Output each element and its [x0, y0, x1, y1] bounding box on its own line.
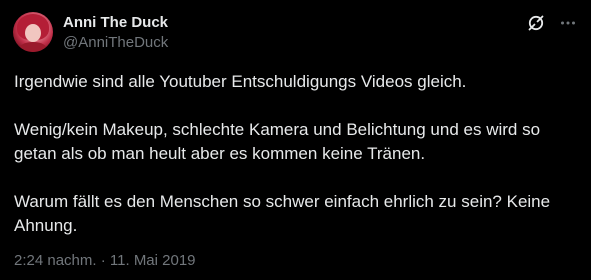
meta-separator: · — [100, 252, 106, 269]
tweet-date[interactable]: 11. Mai 2019 — [110, 252, 196, 269]
author-handle[interactable]: @AnniTheDuck — [63, 33, 168, 52]
tweet-meta: 2:24 nachm. · 11. Mai 2019 — [14, 251, 196, 270]
author-display-name[interactable]: Anni The Duck — [63, 13, 168, 32]
more-options-icon[interactable] — [559, 14, 577, 32]
avatar-face — [25, 24, 41, 42]
avatar-shoulder — [19, 42, 47, 52]
tweet-body: Irgendwie sind alle Youtuber Entschuldig… — [14, 70, 574, 238]
tweet-top-actions — [527, 14, 577, 32]
tweet-card: Anni The Duck @AnniTheDuck Irgendwie sin… — [0, 0, 591, 280]
author-info: Anni The Duck @AnniTheDuck — [63, 13, 168, 52]
grok-icon[interactable] — [527, 14, 545, 32]
author-avatar[interactable] — [13, 12, 53, 52]
tweet-time[interactable]: 2:24 nachm. — [14, 252, 97, 269]
tweet-paragraph: Warum fällt es den Menschen so schwer ei… — [14, 192, 554, 235]
tweet-paragraph: Wenig/kein Makeup, schlechte Kamera und … — [14, 120, 545, 163]
tweet-paragraph: Irgendwie sind alle Youtuber Entschuldig… — [14, 72, 467, 91]
